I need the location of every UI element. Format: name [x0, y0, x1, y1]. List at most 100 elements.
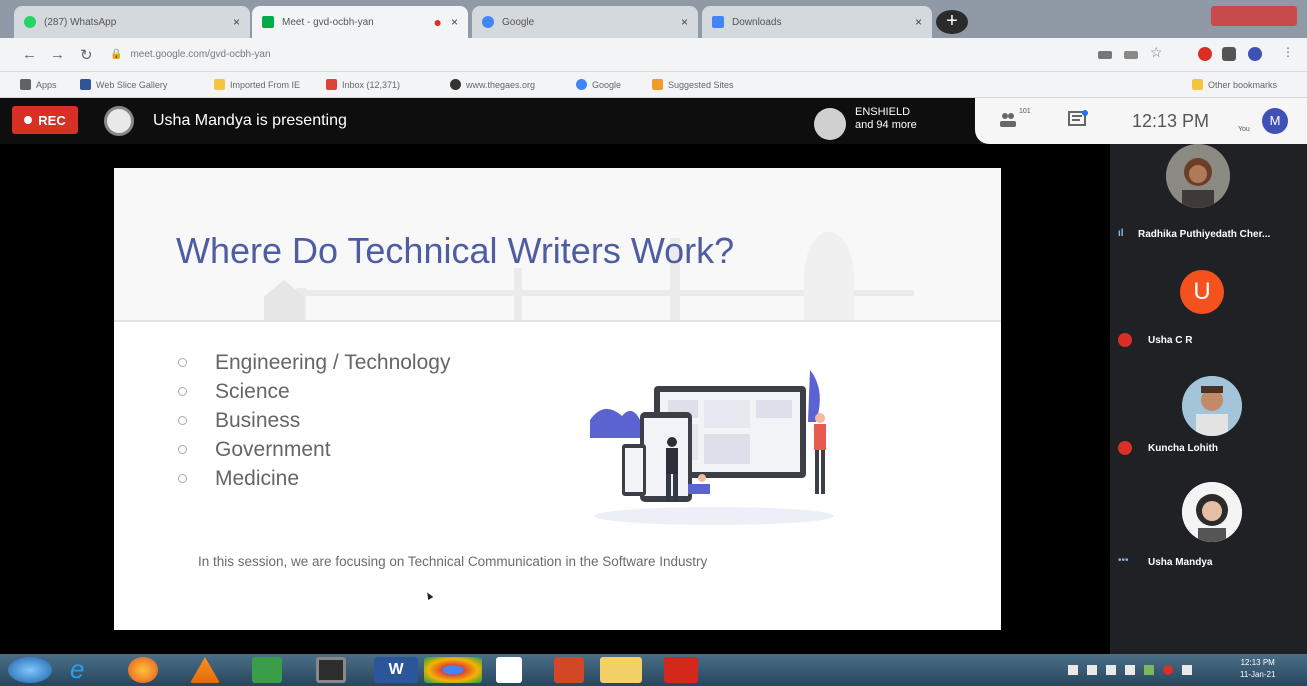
browser-tab-strip: (287) WhatsApp × Meet - gvd-ocbh-yan ● ×… [0, 0, 1307, 38]
meet-window: REC Usha Mandya is presenting ENSHIELD a… [0, 98, 1307, 654]
volume-icon[interactable] [1125, 665, 1135, 675]
internet-explorer-icon[interactable]: e [70, 656, 110, 683]
participant-tile[interactable]: ıl Radhika Puthiyedath Cher... [1110, 144, 1307, 244]
system-tray [1068, 665, 1228, 675]
tray-icon[interactable] [1068, 665, 1078, 675]
bullet-item: Government [178, 435, 450, 464]
address-text: meet.google.com/gvd-ocbh-yan [130, 49, 271, 60]
excel-icon[interactable] [252, 657, 282, 683]
tab-whatsapp[interactable]: (287) WhatsApp × [14, 6, 250, 38]
profile-icon[interactable] [1248, 47, 1262, 61]
participant-tile[interactable]: U Usha C R [1110, 260, 1307, 360]
slide-title: Where Do Technical Writers Work? [176, 230, 735, 271]
participant-avatar: U [1180, 270, 1224, 314]
windows-taskbar: e W 12:13 PM 11-Jan-21 [0, 654, 1307, 686]
bookmark-other[interactable]: Other bookmarks [1192, 79, 1277, 90]
forward-icon[interactable]: → [50, 46, 65, 63]
extensions-icon[interactable] [1222, 47, 1236, 61]
chat-button[interactable] [1067, 110, 1089, 130]
media-player-icon[interactable] [316, 657, 346, 683]
address-bar[interactable]: 🔒 meet.google.com/gvd-ocbh-yan [110, 44, 1030, 66]
pinned-participant[interactable]: ENSHIELD and 94 more [855, 106, 917, 132]
record-icon [24, 116, 33, 124]
bookmark-web-slice[interactable]: Web Slice Gallery [80, 79, 167, 90]
new-tab-button[interactable]: + [936, 10, 968, 34]
system-time: 12:13 PM [1240, 658, 1275, 667]
start-button[interactable] [8, 657, 52, 683]
notepad-icon[interactable] [496, 657, 522, 683]
pinned-avatar [814, 108, 846, 140]
tab-title: Google [502, 16, 535, 28]
participant-name: Kuncha Lohith [1148, 443, 1218, 454]
mic-off-icon [1118, 441, 1132, 455]
bookmark-label: Web Slice Gallery [96, 79, 168, 90]
menu-icon[interactable]: ⋮ [1282, 45, 1296, 59]
download-icon [712, 16, 724, 28]
people-button[interactable]: 101 [999, 108, 1031, 130]
word-icon[interactable]: W [374, 657, 418, 683]
whatsapp-icon [24, 16, 36, 28]
presenting-text: Usha Mandya is presenting [153, 112, 347, 129]
bookmark-label: Imported From IE [230, 79, 301, 90]
translate-icon[interactable] [1124, 51, 1138, 59]
vlc-icon[interactable] [190, 657, 220, 683]
adblock-icon[interactable] [1198, 47, 1212, 61]
recording-badge: REC [12, 106, 78, 134]
meet-top-right-bar: 101 12:13 PM You M [975, 98, 1307, 144]
participant-sidebar: ıl Radhika Puthiyedath Cher... U Usha C … [1110, 144, 1307, 654]
google-icon [576, 79, 587, 90]
slide-bullet-list: Engineering / Technology Science Busines… [178, 348, 450, 493]
presenter-avatar [104, 106, 134, 136]
close-icon[interactable]: × [451, 15, 458, 29]
acrobat-icon[interactable] [664, 657, 698, 683]
participant-name: Radhika Puthiyedath Cher... [1138, 229, 1271, 240]
network-icon[interactable] [1144, 665, 1154, 675]
self-avatar[interactable]: M [1262, 108, 1288, 134]
back-icon[interactable]: ← [22, 46, 37, 63]
folder-icon [1192, 79, 1203, 90]
chrome-icon[interactable] [424, 657, 482, 683]
presentation-stage: Where Do Technical Writers Work? Enginee… [0, 144, 1110, 654]
bookmark-google[interactable]: Google [576, 79, 621, 90]
tray-icon[interactable] [1163, 665, 1173, 675]
bookmark-thegaes[interactable]: www.thegaes.org [450, 79, 535, 90]
folder-icon [214, 79, 225, 90]
reload-icon[interactable]: ↻ [80, 46, 93, 64]
close-icon[interactable]: × [681, 15, 688, 29]
window-controls[interactable] [1211, 6, 1297, 26]
more-icon: ••• [1118, 555, 1129, 566]
chat-icon [1068, 110, 1088, 126]
participant-avatar [1166, 144, 1230, 208]
tab-downloads[interactable]: Downloads × [702, 6, 932, 38]
decor-shape [804, 232, 854, 320]
star-icon[interactable]: ☆ [1150, 44, 1164, 60]
participant-tile[interactable]: Kuncha Lohith [1110, 370, 1307, 470]
powerpoint-icon[interactable] [554, 657, 584, 683]
bookmark-label: www.thegaes.org [466, 79, 536, 90]
tray-icon[interactable] [1182, 665, 1192, 675]
bookmark-suggested[interactable]: Suggested Sites [652, 79, 734, 90]
tray-icon[interactable] [1087, 665, 1097, 675]
camera-icon[interactable] [1098, 51, 1112, 59]
person-photo [1166, 144, 1230, 208]
meeting-clock: 12:13 PM [1132, 111, 1210, 131]
firefox-icon[interactable] [128, 657, 158, 683]
close-icon[interactable]: × [915, 15, 922, 29]
bullet-item: Science [178, 377, 450, 406]
participant-name: Usha Mandya [1148, 557, 1213, 568]
tab-meet[interactable]: Meet - gvd-ocbh-yan ● × [252, 6, 468, 38]
system-date: 11-Jan-21 [1240, 670, 1276, 679]
mic-off-icon [1118, 333, 1132, 347]
suggested-sites-icon [652, 79, 663, 90]
flag-icon[interactable] [1106, 665, 1116, 675]
bookmark-apps[interactable]: Apps [20, 79, 57, 90]
bookmark-inbox[interactable]: Inbox (12,371) [326, 79, 400, 90]
file-explorer-icon[interactable] [600, 657, 642, 683]
tab-google[interactable]: Google × [472, 6, 698, 38]
bookmark-imported[interactable]: Imported From IE [214, 79, 300, 90]
system-clock[interactable]: 12:13 PM 11-Jan-21 [1240, 657, 1275, 681]
participant-tile[interactable]: ••• Usha Mandya [1110, 480, 1307, 580]
tab-title: (287) WhatsApp [44, 16, 117, 28]
close-icon[interactable]: × [233, 15, 240, 29]
bookmark-label: Google [592, 79, 622, 90]
